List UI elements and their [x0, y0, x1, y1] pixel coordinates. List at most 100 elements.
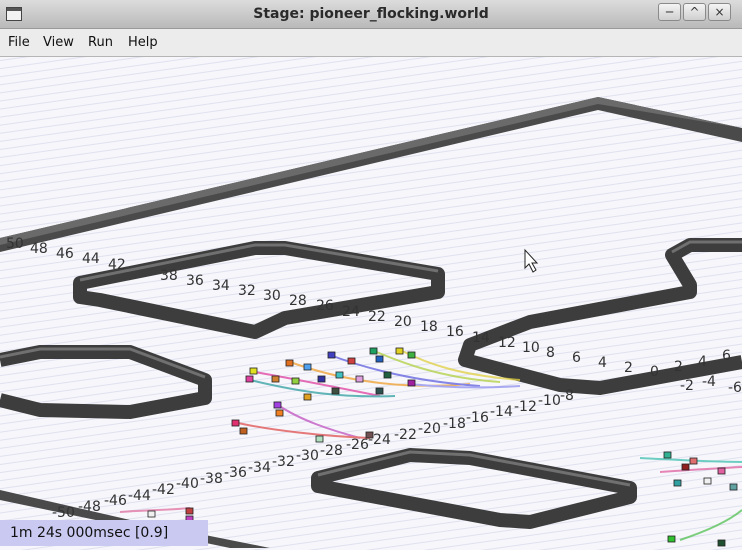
ruler-label: -16 — [466, 410, 489, 426]
close-button[interactable]: × — [708, 3, 731, 21]
ruler-label: -4 — [702, 374, 716, 390]
ruler-label: 8 — [546, 345, 555, 361]
robot[interactable] — [663, 451, 672, 459]
ruler-label: 20 — [394, 314, 412, 330]
robot[interactable] — [285, 359, 294, 367]
robot[interactable] — [315, 435, 324, 443]
robot[interactable] — [407, 379, 416, 387]
ruler-label: 2 — [674, 359, 683, 375]
ruler-label: -34 — [248, 460, 271, 476]
ruler-label: 32 — [238, 283, 256, 299]
robot[interactable] — [249, 367, 258, 375]
menu-help[interactable]: Help — [128, 35, 158, 50]
ruler-label: -14 — [490, 404, 513, 420]
ruler-label: -18 — [443, 416, 466, 432]
ruler-label: 24 — [342, 304, 360, 320]
robot[interactable] — [275, 409, 284, 417]
ruler-label: 36 — [186, 273, 204, 289]
robot[interactable] — [355, 375, 364, 383]
robot[interactable] — [667, 535, 676, 543]
robot[interactable] — [717, 467, 726, 475]
robot[interactable] — [239, 427, 248, 435]
menu-bar: File View Run Help — [0, 29, 742, 57]
ruler-label: -46 — [104, 493, 127, 509]
robot[interactable] — [303, 363, 312, 371]
robot[interactable] — [407, 351, 416, 359]
ruler-label: 38 — [160, 268, 178, 284]
robot[interactable] — [681, 463, 690, 471]
ruler-label: -10 — [538, 393, 561, 409]
ruler-label: 44 — [82, 251, 100, 267]
ruler-label: 50 — [6, 236, 24, 252]
ruler-label: 0 — [650, 364, 659, 380]
ruler-label: -44 — [128, 488, 151, 504]
window-title: Stage: pioneer_flocking.world — [253, 6, 489, 22]
ruler-label: -36 — [224, 465, 247, 481]
ruler-label: -22 — [394, 427, 417, 443]
ruler-label: 48 — [30, 241, 48, 257]
ruler-label: 18 — [420, 319, 438, 335]
ruler-label: -40 — [176, 476, 199, 492]
robot[interactable] — [245, 375, 254, 383]
robot[interactable] — [147, 510, 156, 518]
ruler-label: 2 — [624, 360, 633, 376]
simulation-canvas[interactable]: 50 48 46 44 42 38 36 34 32 30 28 26 24 2… — [0, 57, 742, 550]
ruler-label: -38 — [200, 471, 223, 487]
robot[interactable] — [689, 457, 698, 465]
robot[interactable] — [369, 347, 378, 355]
menu-run[interactable]: Run — [88, 35, 113, 50]
robot[interactable] — [331, 387, 340, 395]
robot[interactable] — [383, 371, 392, 379]
ruler-label: 16 — [446, 324, 464, 340]
ruler-label: -28 — [320, 443, 343, 459]
ruler-label: 28 — [289, 293, 307, 309]
status-time: 1m 24s 000msec [0.9] — [0, 520, 208, 546]
robot[interactable] — [317, 375, 326, 383]
robot[interactable] — [395, 347, 404, 355]
robot[interactable] — [335, 371, 344, 379]
ruler-label: -6 — [728, 380, 742, 396]
menu-file[interactable]: File — [8, 35, 30, 50]
ruler-label: 10 — [522, 340, 540, 356]
robot[interactable] — [185, 507, 194, 515]
world-view: 50 48 46 44 42 38 36 34 32 30 28 26 24 2… — [0, 57, 742, 550]
ruler-label: -50 — [52, 505, 75, 521]
ruler-label: 34 — [212, 278, 230, 294]
robot[interactable] — [703, 477, 712, 485]
ruler-label: -30 — [296, 448, 319, 464]
robot[interactable] — [291, 377, 300, 385]
robot[interactable] — [271, 375, 280, 383]
ruler-label: -20 — [418, 421, 441, 437]
ruler-label: 4 — [598, 355, 607, 371]
minimize-button[interactable]: ─ — [658, 3, 681, 21]
ruler-label: 4 — [698, 354, 707, 370]
robot[interactable] — [375, 355, 384, 363]
ruler-label: -8 — [560, 388, 574, 404]
robot[interactable] — [375, 387, 384, 395]
robot[interactable] — [231, 419, 240, 427]
title-bar[interactable]: Stage: pioneer_flocking.world ─ ^ × — [0, 0, 742, 29]
ruler-label: 6 — [572, 350, 581, 366]
ruler-label: -12 — [514, 399, 537, 415]
maximize-button[interactable]: ^ — [683, 3, 706, 21]
ruler-label: -48 — [78, 499, 101, 515]
ruler-label: -42 — [152, 482, 175, 498]
stage-window: Stage: pioneer_flocking.world ─ ^ × File… — [0, 0, 742, 550]
menu-view[interactable]: View — [43, 35, 74, 50]
ruler-label: -26 — [346, 437, 369, 453]
robot[interactable] — [365, 431, 374, 439]
ruler-label: -2 — [680, 378, 694, 394]
robot[interactable] — [327, 351, 336, 359]
ruler-label: 46 — [56, 246, 74, 262]
ruler-label: 30 — [263, 288, 281, 304]
ruler-label: 22 — [368, 309, 386, 325]
ruler-label: 12 — [498, 335, 516, 351]
robot[interactable] — [717, 539, 726, 547]
ruler-label: 26 — [316, 298, 334, 314]
ruler-label: 14 — [472, 330, 490, 346]
robot[interactable] — [347, 357, 356, 365]
robot[interactable] — [729, 483, 738, 491]
robot[interactable] — [673, 479, 682, 487]
robot[interactable] — [303, 393, 312, 401]
robot[interactable] — [273, 401, 282, 409]
